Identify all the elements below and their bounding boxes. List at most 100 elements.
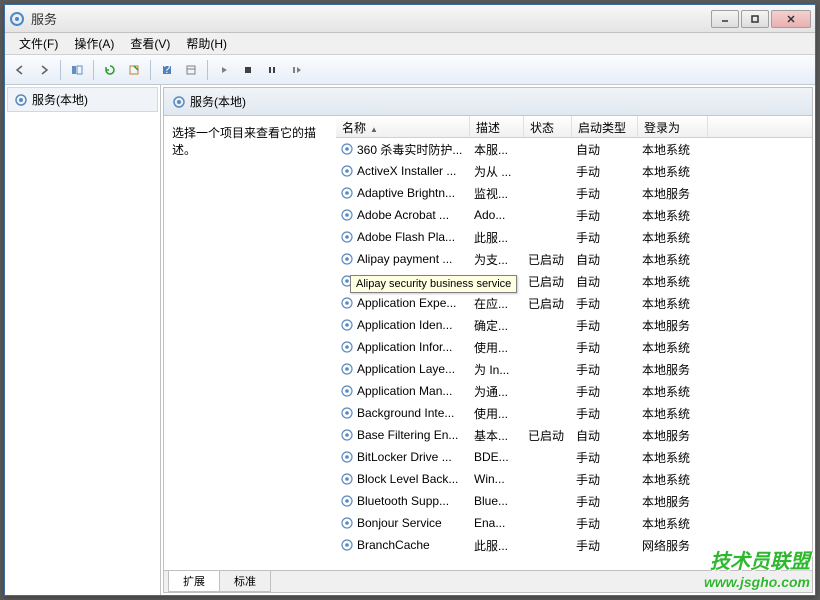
service-desc: 使用...	[470, 339, 524, 356]
export-button[interactable]	[123, 59, 145, 81]
service-name: Adobe Acrobat ...	[357, 208, 449, 222]
service-name: Adobe Flash Pla...	[357, 230, 455, 244]
body-area: 服务(本地) 服务(本地) 选择一个项目来查看它的描述。 名称▲ 描述 状态 启…	[5, 85, 815, 595]
service-row[interactable]: Application Infor...使用...手动本地系统	[336, 336, 812, 358]
service-row[interactable]: Application Iden...确定...手动本地服务	[336, 314, 812, 336]
description-pane: 选择一个项目来查看它的描述。	[164, 116, 336, 570]
service-desc: BDE...	[470, 450, 524, 464]
service-desc: Blue...	[470, 494, 524, 508]
restart-service-button[interactable]	[285, 59, 307, 81]
service-startup: 手动	[572, 471, 638, 488]
service-row[interactable]: BranchCache此服...手动网络服务	[336, 534, 812, 556]
sort-arrow-icon: ▲	[370, 125, 378, 134]
service-row[interactable]: Bluetooth Supp...Blue...手动本地服务	[336, 490, 812, 512]
separator	[93, 60, 94, 80]
service-icon	[340, 538, 354, 552]
service-row[interactable]: Application Expe...在应...已启动手动本地系统	[336, 292, 812, 314]
menu-bar: 文件(F) 操作(A) 查看(V) 帮助(H)	[5, 33, 815, 55]
service-startup: 手动	[572, 405, 638, 422]
service-startup: 手动	[572, 163, 638, 180]
list-rows[interactable]: Alipay security business service 360 杀毒实…	[336, 138, 812, 570]
service-logon: 本地系统	[638, 383, 708, 400]
service-icon	[340, 164, 354, 178]
service-icon	[340, 252, 354, 266]
service-logon: 本地系统	[638, 405, 708, 422]
service-icon	[340, 406, 354, 420]
separator	[60, 60, 61, 80]
stop-service-button[interactable]	[237, 59, 259, 81]
tree-root-services[interactable]: 服务(本地)	[7, 87, 158, 112]
service-icon	[340, 450, 354, 464]
service-logon: 本地系统	[638, 449, 708, 466]
service-row[interactable]: Adobe Acrobat ...Ado...手动本地系统	[336, 204, 812, 226]
column-description[interactable]: 描述	[470, 116, 524, 137]
service-logon: 本地系统	[638, 251, 708, 268]
service-logon: 网络服务	[638, 537, 708, 554]
tab-standard[interactable]: 标准	[219, 571, 271, 592]
service-logon: 本地系统	[638, 295, 708, 312]
service-list: 名称▲ 描述 状态 启动类型 登录为 Alipay security busin…	[336, 116, 812, 570]
service-icon	[340, 208, 354, 222]
service-icon	[340, 494, 354, 508]
close-button[interactable]	[771, 10, 811, 28]
service-row[interactable]: Adaptive Brightn...监视...手动本地服务	[336, 182, 812, 204]
service-icon	[340, 318, 354, 332]
menu-help[interactable]: 帮助(H)	[178, 33, 235, 54]
service-row[interactable]: Adobe Flash Pla...此服...手动本地系统	[336, 226, 812, 248]
tooltip: Alipay security business service	[350, 275, 517, 293]
menu-file[interactable]: 文件(F)	[11, 33, 66, 54]
service-row[interactable]: ActiveX Installer ...为从 ...手动本地系统	[336, 160, 812, 182]
tree-root-label: 服务(本地)	[32, 91, 88, 108]
maximize-button[interactable]	[741, 10, 769, 28]
pause-service-button[interactable]	[261, 59, 283, 81]
column-status[interactable]: 状态	[524, 116, 572, 137]
service-desc: 为从 ...	[470, 163, 524, 180]
service-startup: 手动	[572, 493, 638, 510]
service-row[interactable]: Block Level Back...Win...手动本地系统	[336, 468, 812, 490]
service-startup: 手动	[572, 229, 638, 246]
service-row[interactable]: Application Laye...为 In...手动本地服务	[336, 358, 812, 380]
service-logon: 本地服务	[638, 361, 708, 378]
minimize-button[interactable]	[711, 10, 739, 28]
help-button[interactable]: ?	[156, 59, 178, 81]
back-button[interactable]	[9, 59, 31, 81]
service-icon	[340, 296, 354, 310]
service-row[interactable]: Bonjour ServiceEna...手动本地系统	[336, 512, 812, 534]
refresh-button[interactable]	[99, 59, 121, 81]
service-startup: 自动	[572, 141, 638, 158]
show-hide-tree-button[interactable]	[66, 59, 88, 81]
service-row[interactable]: BitLocker Drive ...BDE...手动本地系统	[336, 446, 812, 468]
service-row[interactable]: Background Inte...使用...手动本地系统	[336, 402, 812, 424]
service-logon: 本地系统	[638, 141, 708, 158]
service-startup: 手动	[572, 317, 638, 334]
column-name[interactable]: 名称▲	[336, 116, 470, 137]
service-name: BranchCache	[357, 538, 430, 552]
tab-extended[interactable]: 扩展	[168, 571, 220, 592]
service-desc: Ado...	[470, 208, 524, 222]
properties-button[interactable]	[180, 59, 202, 81]
menu-action[interactable]: 操作(A)	[66, 33, 122, 54]
service-row[interactable]: Alipay payment ...为支...已启动自动本地系统	[336, 248, 812, 270]
start-service-button[interactable]	[213, 59, 235, 81]
service-desc: 基本...	[470, 427, 524, 444]
column-logon-as[interactable]: 登录为	[638, 116, 708, 137]
column-startup-type[interactable]: 启动类型	[572, 116, 638, 137]
service-desc: Win...	[470, 472, 524, 486]
title-bar[interactable]: 服务	[5, 5, 815, 33]
service-name: Application Iden...	[357, 318, 452, 332]
service-name: Alipay payment ...	[357, 252, 452, 266]
service-logon: 本地服务	[638, 427, 708, 444]
service-startup: 手动	[572, 515, 638, 532]
panel-header: 服务(本地)	[164, 88, 812, 116]
service-logon: 本地系统	[638, 273, 708, 290]
service-row[interactable]: 360 杀毒实时防护...本服...自动本地系统	[336, 138, 812, 160]
separator	[207, 60, 208, 80]
forward-button[interactable]	[33, 59, 55, 81]
service-icon	[340, 516, 354, 530]
service-startup: 自动	[572, 251, 638, 268]
service-row[interactable]: Base Filtering En...基本...已启动自动本地服务	[336, 424, 812, 446]
menu-view[interactable]: 查看(V)	[122, 33, 178, 54]
gear-icon	[14, 93, 28, 107]
service-row[interactable]: Application Man...为通...手动本地系统	[336, 380, 812, 402]
service-desc: 此服...	[470, 229, 524, 246]
